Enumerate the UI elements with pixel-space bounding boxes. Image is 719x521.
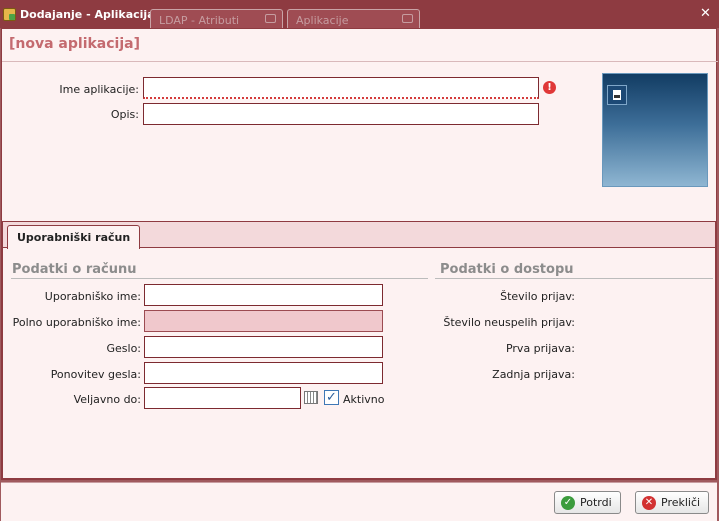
divider <box>11 278 428 279</box>
window-titlebar: Dodajanje - Aplikacija LDAP - Atributi A… <box>0 0 719 28</box>
confirm-icon: ✓ <box>561 495 575 510</box>
valid-until-label: Veljavno do: <box>73 393 141 406</box>
confirm-label: Potrdi <box>580 496 612 509</box>
password-label: Geslo: <box>106 342 141 355</box>
cancel-icon: ✕ <box>642 495 656 510</box>
tab-applications-label: Aplikacije <box>296 14 349 27</box>
tab-ldap-attributes[interactable]: LDAP - Atributi <box>150 9 283 28</box>
password-input[interactable] <box>144 336 383 358</box>
error-icon: ! <box>543 81 556 94</box>
cancel-label: Prekliči <box>661 496 701 509</box>
full-username-input <box>144 310 383 332</box>
dialog-footer: ✓ Potrdi ✕ Prekliči <box>1 482 717 521</box>
description-label: Opis: <box>110 108 139 121</box>
account-section-title: Podatki o računu <box>12 262 137 277</box>
access-section-title: Podatki o dostopu <box>440 262 574 277</box>
divider <box>2 61 718 62</box>
full-username-label: Polno uporabniško ime: <box>12 316 141 329</box>
username-label: Uporabniško ime: <box>44 290 141 303</box>
login-count-label: Število prijav: <box>500 290 575 303</box>
tab-close-icon[interactable] <box>265 14 276 23</box>
valid-until-input[interactable] <box>144 387 301 409</box>
description-input[interactable] <box>143 103 539 125</box>
page-title: [nova aplikacija] <box>9 36 140 52</box>
last-login-label: Zadnja prijava: <box>492 368 575 381</box>
tab-container: Uporabniški račun Podatki o računu Upora… <box>2 221 716 479</box>
tab-applications[interactable]: Aplikacije <box>287 9 420 28</box>
first-login-label: Prva prijava: <box>505 342 575 355</box>
cancel-button[interactable]: ✕ Prekliči <box>635 491 710 514</box>
close-icon[interactable]: ✕ <box>699 7 712 20</box>
confirm-button[interactable]: ✓ Potrdi <box>554 491 621 514</box>
username-input[interactable] <box>144 284 383 306</box>
active-label: Aktivno <box>343 393 385 406</box>
application-image <box>602 73 708 187</box>
password-repeat-input[interactable] <box>144 362 383 384</box>
password-repeat-label: Ponovitev gesla: <box>50 368 141 381</box>
image-upload-icon[interactable] <box>607 85 627 105</box>
divider <box>435 278 713 279</box>
tab-user-account[interactable]: Uporabniški račun <box>7 225 141 249</box>
app-icon <box>3 8 16 21</box>
window-title: Dodajanje - Aplikacija <box>20 8 155 21</box>
app-name-label: Ime aplikacije: <box>59 83 139 96</box>
active-checkbox[interactable]: ✓ <box>324 390 339 405</box>
calendar-icon[interactable] <box>304 391 318 404</box>
app-name-input[interactable] <box>143 77 539 99</box>
tab-strip: Uporabniški račun <box>3 222 715 249</box>
tab-close-icon[interactable] <box>402 14 413 23</box>
failed-login-count-label: Število neuspelih prijav: <box>443 316 575 329</box>
tab-ldap-attributes-label: LDAP - Atributi <box>159 14 240 27</box>
